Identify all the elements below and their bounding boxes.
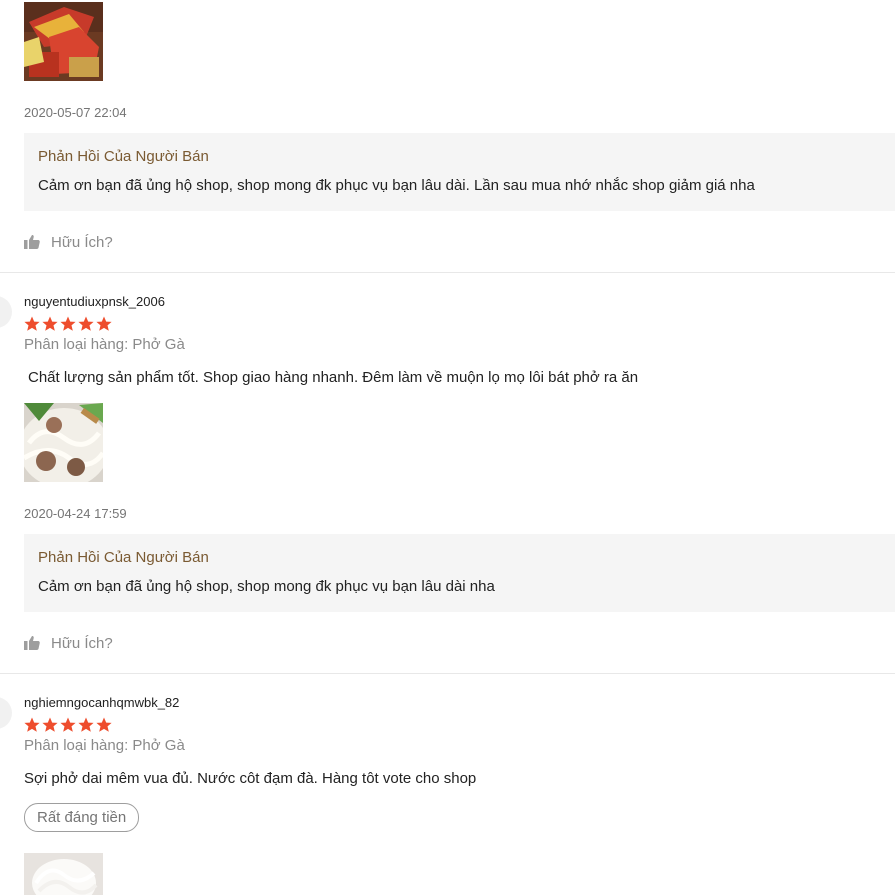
review-comment: Sợi phở dai mêm vua đủ. Nước côt đạm đà.… [24, 770, 477, 787]
review-photo[interactable] [24, 403, 103, 482]
star-icon [24, 316, 40, 331]
review-tag-chip: Rất đáng tiền [24, 803, 140, 832]
avatar[interactable] [0, 697, 12, 729]
review-username[interactable]: nguyentudiuxpnsk_2006 [24, 294, 165, 309]
seller-reply-title: Phản Hồi Của Người Bán [38, 148, 209, 165]
star-icon [96, 316, 112, 331]
helpful-label: Hữu Ích? [51, 634, 113, 652]
review-photo[interactable] [24, 853, 103, 895]
review-timestamp: 2020-05-07 22:04 [24, 105, 127, 120]
helpful-label: Hữu Ích? [51, 233, 113, 251]
seller-reply-title: Phản Hồi Của Người Bán [38, 549, 209, 566]
thumbs-up-icon [24, 636, 40, 650]
review-divider [0, 272, 895, 273]
seller-reply-text: Cảm ơn bạn đã ủng hộ shop, shop mong đk … [38, 578, 495, 595]
star-rating [24, 316, 112, 332]
seller-reply-text: Cảm ơn bạn đã ủng hộ shop, shop mong đk … [38, 177, 755, 194]
star-icon [42, 717, 58, 732]
review-comment: Chất lượng sản phẩm tốt. Shop giao hàng … [28, 369, 639, 386]
star-icon [42, 316, 58, 331]
star-icon [78, 717, 94, 732]
star-icon [78, 316, 94, 331]
product-variant: Phân loại hàng: Phở Gà [24, 737, 185, 754]
helpful-button[interactable]: Hữu Ích? [24, 633, 113, 653]
review-timestamp: 2020-04-24 17:59 [24, 506, 127, 521]
star-icon [60, 316, 76, 331]
star-icon [24, 717, 40, 732]
star-rating [24, 717, 112, 733]
star-icon [96, 717, 112, 732]
review-username[interactable]: nghiemngocanhqmwbk_82 [24, 695, 179, 710]
thumbs-up-icon [24, 235, 40, 249]
seller-reply: Phản Hồi Của Người Bán Cảm ơn bạn đã ủng… [24, 133, 895, 211]
review-photo[interactable] [24, 2, 103, 81]
star-icon [60, 717, 76, 732]
avatar[interactable] [0, 296, 12, 328]
review-divider [0, 673, 895, 674]
seller-reply: Phản Hồi Của Người Bán Cảm ơn bạn đã ủng… [24, 534, 895, 612]
product-variant: Phân loại hàng: Phở Gà [24, 336, 185, 353]
helpful-button[interactable]: Hữu Ích? [24, 232, 113, 252]
